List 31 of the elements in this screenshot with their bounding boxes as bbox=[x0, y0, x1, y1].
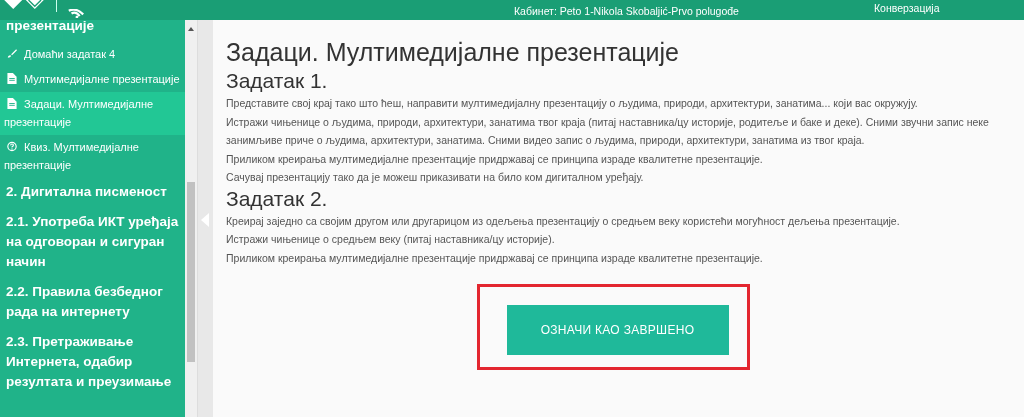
cabinet-title: Кабинет: Peto 1-Nikola Skobaljić-Prvo polugođe bbox=[514, 5, 740, 19]
lesson-link[interactable]: Задаци. Мултимедијалне презентације bbox=[0, 92, 185, 135]
lesson-link[interactable]: Мултимедијалне презентације bbox=[0, 67, 185, 92]
brush-icon bbox=[7, 48, 17, 59]
scroll-thumb[interactable] bbox=[187, 182, 195, 362]
document-icon bbox=[7, 98, 17, 109]
logo-icon[interactable] bbox=[2, 0, 46, 9]
task-text: Креирај заједно са својим другом или другарицом из одељења презентацију о средњем веку користећи могућност дељења презентације. bbox=[226, 213, 901, 229]
scroll-up-icon[interactable] bbox=[188, 27, 194, 31]
section-link[interactable]: 2.1. Употреба ИКТ уређаја на одговоран и сигуран начин bbox=[0, 208, 185, 278]
task-heading: Задатак 2. bbox=[226, 186, 329, 211]
section-link[interactable]: 2.2. Правила безбедног рада на интернету bbox=[0, 278, 185, 328]
scrollbar[interactable] bbox=[185, 20, 198, 417]
task-text: Истражи чињенице о средњем веку (питај наставника/цу историје). bbox=[226, 232, 556, 247]
task-text: Сачувај презентацију тако да је можеш приказивати на било ком дигиталном уређају. bbox=[226, 170, 645, 185]
section-link[interactable]: презентације bbox=[0, 20, 185, 42]
conversation-link[interactable]: Конверзација bbox=[874, 0, 940, 14]
question-icon bbox=[7, 141, 17, 152]
section-link[interactable]: 2. Дигитална писменост bbox=[0, 178, 185, 208]
task-text: Приликом креирања мултимедијалне презентације придржавај се принципа израде квалитетне презентације. bbox=[226, 151, 764, 167]
lesson-link[interactable]: Квиз. Мултимедијалне презентације bbox=[0, 135, 185, 178]
task-text: Истражи чињенице о људима, природи, архитектури, занатима твог краја (питај наставника/цу историје, родитеље и баке и деке). Сними звучни запис неке занимљиве приче о људима, архитектури, занатима. Сними видео запис о људима, природи, архитектури, занатима из твог краја. bbox=[226, 114, 990, 148]
task-heading: Задатак 1. bbox=[226, 69, 329, 93]
page-title: Задаци. Мултимедијалне презентације bbox=[226, 38, 681, 67]
wifi-icon[interactable] bbox=[67, 9, 85, 18]
task-text: Приликом креирања мултимедијалне презентације придржавај се принципа израде квалитетне презентације. bbox=[226, 250, 764, 266]
task-text: Представите свој крај тако што ћеш, направити мултимедијалну презентацију о људима, природи, архитектури, занатима... који вас окружују. bbox=[226, 96, 919, 111]
document-icon bbox=[7, 73, 17, 84]
section-link[interactable]: 2.3. Претраживање Интернета, одабир резултата и преузимање bbox=[0, 328, 185, 398]
lesson-link[interactable]: Домаћи задатак 4 bbox=[0, 42, 185, 67]
mark-complete-button[interactable]: ОЗНАЧИ КАО ЗАВРШЕНО bbox=[506, 305, 729, 355]
